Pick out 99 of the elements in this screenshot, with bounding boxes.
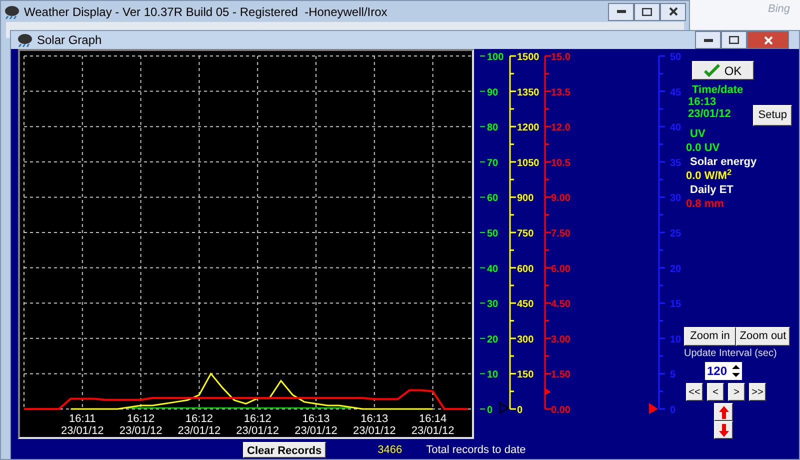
- window-title: Solar Graph: [37, 32, 102, 49]
- time-label: 16:12 23/01/12: [119, 413, 162, 437]
- zoom-out-button[interactable]: Zoom out: [736, 327, 790, 346]
- setup-button[interactable]: Setup: [753, 105, 792, 126]
- reading-value: 0.8 mm: [686, 198, 724, 210]
- axis-label: 3.00: [551, 334, 570, 346]
- clear-records-button[interactable]: Clear Records: [243, 442, 326, 458]
- reading-value: 23/01/12: [688, 108, 731, 120]
- close-button[interactable]: [660, 2, 686, 20]
- axis-label: 9.00: [551, 193, 570, 204]
- down-arrow-icon: [718, 424, 728, 436]
- maximize-icon: [729, 36, 739, 44]
- axis-label: 300: [517, 334, 534, 346]
- reading-label: Time/date: [692, 84, 744, 96]
- close-button[interactable]: [747, 31, 789, 49]
- marker-icon: [499, 402, 510, 414]
- axis-label: 20: [487, 334, 498, 346]
- axis-label: 150: [517, 370, 534, 381]
- nav-button[interactable]: <<: [686, 383, 703, 401]
- minimize-icon: [616, 10, 626, 13]
- axis-label: 30: [670, 193, 682, 204]
- ok-button[interactable]: OK: [692, 61, 754, 80]
- close-icon: [764, 36, 772, 44]
- reading-value: 16:13: [688, 96, 716, 108]
- zoom-in-button[interactable]: Zoom in: [684, 327, 736, 346]
- axis-label: 30: [487, 299, 498, 310]
- axis-label: 40: [487, 264, 498, 275]
- down-button[interactable]: [714, 421, 733, 439]
- record-count: 3466: [378, 442, 402, 458]
- axis-label: 50: [670, 52, 682, 63]
- minimize-icon: [704, 38, 712, 42]
- cloud-icon: [4, 4, 20, 18]
- axis-label: 900: [517, 193, 534, 204]
- maximize-icon: [642, 8, 652, 16]
- up-button[interactable]: [714, 403, 733, 421]
- axis-label: 50: [487, 228, 498, 240]
- minimize-button[interactable]: [695, 31, 721, 49]
- time-label: 16:12 23/01/12: [178, 413, 221, 437]
- interval-spinner[interactable]: 120: [705, 362, 742, 380]
- maximize-button[interactable]: [721, 31, 747, 49]
- axis-label: 0: [487, 405, 493, 416]
- axis-label: 60: [487, 193, 498, 204]
- axis-label: 15.0: [551, 52, 570, 63]
- flag-icon: [545, 388, 551, 395]
- checkmark-icon: [704, 64, 720, 77]
- reading-label: Solar energy: [690, 156, 757, 168]
- time-label: 16:13 23/01/12: [294, 413, 338, 437]
- time-label: 16:11 23/01/12: [60, 413, 104, 437]
- axis-label: 90: [487, 87, 498, 98]
- axis-label: 40: [670, 122, 682, 134]
- axis-label: 1050: [517, 158, 540, 169]
- axis-label: 0.00: [551, 405, 570, 416]
- axis-label: 15: [670, 299, 682, 310]
- nav-button[interactable]: <: [707, 383, 724, 401]
- axis-label: 1200: [517, 122, 540, 134]
- axis-label: 450: [517, 299, 534, 310]
- reading-value: 0.0 W/M$^{2}$: [686, 170, 732, 182]
- axis-label: 5: [670, 370, 676, 381]
- reading-value: 0.0 UV: [686, 142, 720, 154]
- axis-label: 12.0: [551, 122, 570, 134]
- reading-label: UV: [690, 128, 706, 140]
- axis-label: 35: [670, 158, 682, 169]
- spinner-arrows-icon: [731, 364, 741, 378]
- nav-button[interactable]: >: [728, 383, 745, 401]
- maximize-button[interactable]: [634, 2, 660, 20]
- axis-label: 0: [517, 405, 523, 416]
- time-label: 16:14 23/01/12: [411, 413, 454, 437]
- axis-label: 45: [670, 87, 682, 98]
- axis-label: 1.50: [551, 370, 570, 381]
- up-arrow-icon: [718, 406, 728, 418]
- time-label: 16:13 23/01/12: [352, 413, 396, 437]
- axis-label: 0: [670, 405, 676, 416]
- axis-label: 10.5: [551, 158, 570, 169]
- axis-label: 750: [517, 228, 534, 240]
- axis-label: 1350: [517, 87, 540, 98]
- interval-label: Update Interval (sec): [684, 348, 778, 360]
- axis-label: 7.50: [551, 228, 570, 240]
- axis-label: 70: [487, 158, 498, 169]
- axis-label: 1500: [517, 52, 540, 63]
- axis-label: 80: [487, 122, 498, 134]
- axis-label: 13.5: [551, 87, 570, 98]
- window-title: Weather Display - Ver 10.37R Build 05 - Registered -Honeywell/Irox: [24, 4, 388, 20]
- axis-label: 25: [670, 228, 682, 240]
- axis-label: 10: [670, 334, 682, 346]
- cloud-icon: [17, 33, 33, 47]
- record-count-label: Total records to date: [426, 442, 526, 458]
- axis-label: 20: [670, 264, 682, 275]
- axis-label: 4.50: [551, 299, 570, 310]
- reading-label: Daily ET: [690, 184, 734, 196]
- nav-button[interactable]: >>: [749, 383, 766, 401]
- axis-label: 10: [487, 370, 498, 381]
- search-engine-label: Bing: [768, 2, 790, 17]
- axis-label: 6.00: [551, 264, 570, 275]
- axis-label: 600: [517, 264, 534, 275]
- axis-label: 100: [487, 52, 504, 63]
- minimize-button[interactable]: [608, 2, 634, 20]
- close-icon: [668, 7, 678, 16]
- marker-icon: [649, 403, 658, 414]
- time-label: 16:12 23/01/12: [236, 413, 280, 437]
